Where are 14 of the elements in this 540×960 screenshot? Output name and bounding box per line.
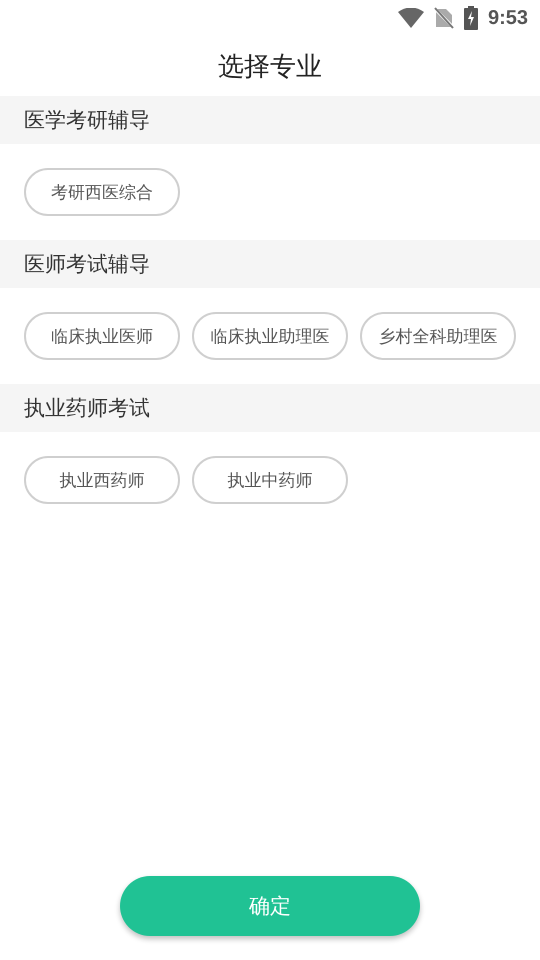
major-option[interactable]: 执业西药师	[24, 456, 180, 504]
major-option[interactable]: 乡村全科助理医	[360, 312, 516, 360]
major-option[interactable]: 临床执业医师	[24, 312, 180, 360]
battery-charging-icon	[464, 6, 478, 30]
wifi-icon	[398, 8, 424, 28]
status-time: 9:53	[488, 6, 528, 30]
major-option[interactable]: 执业中药师	[192, 456, 348, 504]
section-heading: 执业药师考试	[0, 384, 540, 432]
section-heading: 医师考试辅导	[0, 240, 540, 288]
major-option[interactable]: 考研西医综合	[24, 168, 180, 216]
major-option[interactable]: 临床执业助理医	[192, 312, 348, 360]
section-heading: 医学考研辅导	[0, 96, 540, 144]
page-title: 选择专业	[218, 50, 322, 84]
no-sim-icon	[434, 7, 454, 29]
